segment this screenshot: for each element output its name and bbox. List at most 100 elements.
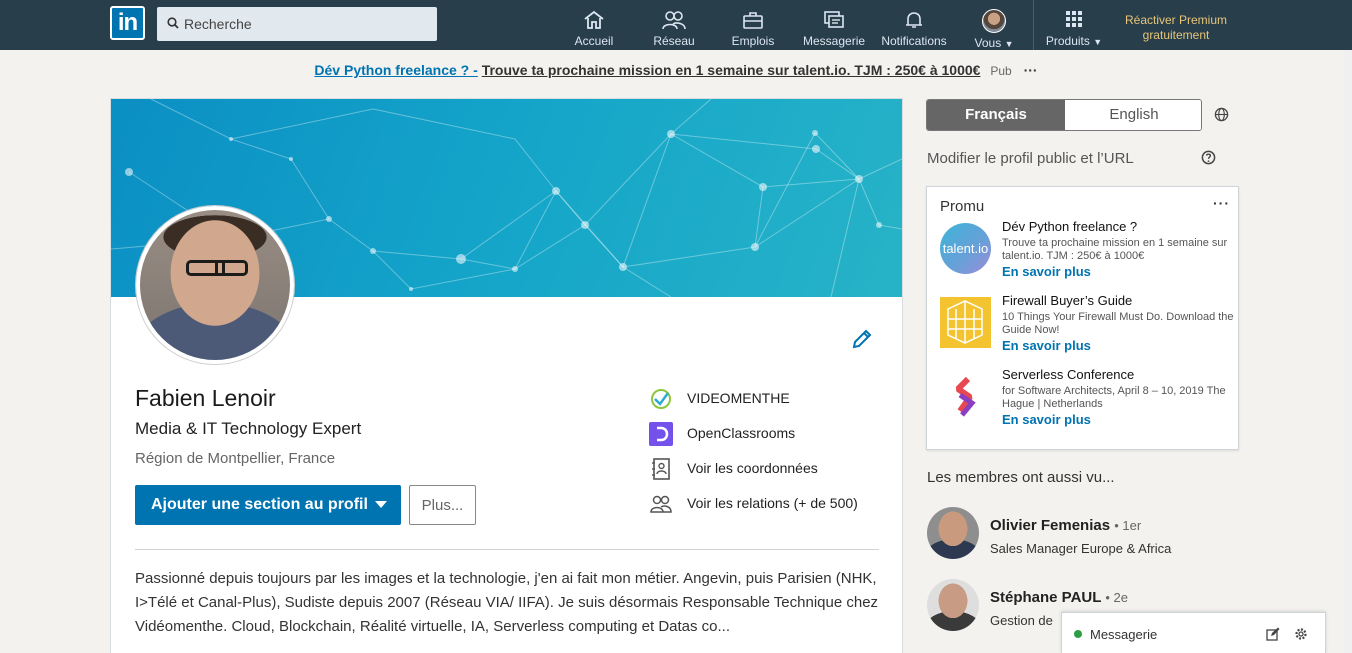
- premium-line2: gratuitement: [1142, 28, 1210, 42]
- search-box[interactable]: [157, 7, 437, 41]
- nav-products-label: Produits ▼: [1045, 34, 1103, 48]
- members-also-viewed-heading: Les membres ont aussi vu...: [927, 469, 1115, 486]
- help-icon[interactable]: [1201, 150, 1216, 165]
- member-job: Sales Manager Europe & Africa: [990, 541, 1172, 556]
- promoted-heading: Promu: [940, 198, 985, 215]
- promo-title: Dév Python freelance ?: [1002, 219, 1138, 234]
- member-avatar: [927, 507, 979, 559]
- videomenthe-logo-icon: [651, 389, 671, 409]
- nav-notifications-label: Notifications: [881, 34, 947, 48]
- messaging-dock-label: Messagerie: [1090, 627, 1158, 642]
- section-divider: [135, 549, 879, 550]
- lang-english-tab[interactable]: English: [1065, 100, 1201, 130]
- contact-card-icon: [652, 458, 670, 480]
- search-icon: [167, 17, 179, 29]
- profile-photo[interactable]: [136, 206, 294, 364]
- member-item[interactable]: Olivier Femenias • 1er Sales Manager Eur…: [927, 507, 1267, 567]
- search-input[interactable]: [184, 7, 429, 41]
- globe-icon[interactable]: [1214, 107, 1229, 122]
- company-label: VIDEOMENTHE: [687, 390, 790, 406]
- promo-item[interactable]: Serverless Conference for Software Archi…: [940, 367, 1232, 437]
- premium-link[interactable]: Réactiver Premium gratuitement: [1112, 13, 1240, 43]
- connections-link[interactable]: Voir les relations (+ de 500): [649, 490, 889, 525]
- member-name: Olivier Femenias • 1er: [990, 517, 1142, 534]
- nav-home[interactable]: Accueil: [574, 8, 614, 50]
- openclassrooms-logo-icon: [649, 422, 673, 446]
- add-section-button[interactable]: Ajouter une section au profil: [135, 485, 401, 525]
- messaging-dock[interactable]: Messagerie: [1061, 612, 1326, 653]
- nav-me-label: Vous ▼: [974, 36, 1014, 50]
- premium-line1: Réactiver Premium: [1124, 13, 1228, 27]
- nav-jobs[interactable]: Emplois: [730, 8, 776, 50]
- language-switcher: Français English: [926, 99, 1202, 131]
- learn-more-link[interactable]: En savoir plus: [1002, 412, 1091, 427]
- bell-icon: [906, 12, 922, 28]
- promo-desc: for Software Architects, April 8 – 10, 2…: [1002, 385, 1226, 410]
- profile-summary[interactable]: Passionné depuis toujours par les images…: [135, 567, 880, 639]
- chevron-down-icon: ▼: [1093, 37, 1103, 47]
- ad-pub-label: Pub: [990, 64, 1012, 78]
- learn-more-link[interactable]: En savoir plus: [1002, 264, 1091, 279]
- firewall-guide-thumb-icon: [940, 297, 991, 348]
- edit-pencil-icon[interactable]: [850, 327, 874, 356]
- nav-divider: [1033, 0, 1034, 50]
- promo-title: Firewall Buyer’s Guide: [1002, 293, 1133, 308]
- online-status-dot: [1074, 630, 1082, 638]
- linkedin-logo[interactable]: in: [110, 6, 145, 40]
- home-icon: [584, 10, 604, 29]
- nav-me[interactable]: Vous ▼: [972, 8, 1016, 50]
- gear-icon[interactable]: [1294, 627, 1308, 641]
- compose-icon[interactable]: [1266, 627, 1280, 641]
- messaging-icon: [824, 11, 844, 28]
- page-scrollbar[interactable]: [1344, 50, 1352, 653]
- promo-item[interactable]: Firewall Buyer’s Guide 10 Things Your Fi…: [940, 293, 1234, 363]
- profile-name: Fabien Lenoir: [135, 385, 276, 411]
- glasses-shape: [186, 260, 248, 276]
- promo-item[interactable]: talent.io Dév Python freelance ? Trouve …: [940, 219, 1232, 289]
- company-link[interactable]: VIDEOMENTHE: [649, 385, 889, 420]
- promo-desc: Trouve ta prochaine mission en 1 semaine…: [1002, 237, 1228, 262]
- member-job: Gestion de: [990, 613, 1053, 628]
- ad-title-link[interactable]: Dév Python freelance ? -: [314, 62, 477, 78]
- nav-products[interactable]: Produits ▼: [1044, 8, 1104, 50]
- edit-public-profile-link[interactable]: Modifier le profil public et l’URL: [927, 150, 1134, 167]
- talent-io-logo: talent.io: [940, 223, 991, 274]
- ad-more-icon[interactable]: ···: [1024, 62, 1038, 78]
- serverless-logo-icon: [940, 371, 991, 422]
- learn-more-link[interactable]: En savoir plus: [1002, 338, 1091, 353]
- nav-home-label: Accueil: [574, 34, 614, 48]
- contact-info-label: Voir les coordonnées: [687, 460, 818, 476]
- profile-side-info: VIDEOMENTHE OpenClassrooms Voir les coor…: [649, 385, 889, 525]
- profile-headline: Media & IT Technology Expert: [135, 419, 362, 438]
- lang-french-tab[interactable]: Français: [927, 100, 1065, 130]
- user-avatar: [982, 9, 1006, 33]
- nav-network[interactable]: Réseau: [652, 8, 696, 50]
- add-section-label: Ajouter une section au profil: [151, 496, 368, 513]
- promo-desc: 10 Things Your Firewall Must Do. Downloa…: [1002, 311, 1234, 336]
- caret-down-icon: [375, 501, 387, 508]
- nav-messaging-label: Messagerie: [803, 34, 866, 48]
- chevron-down-icon: ▼: [1004, 39, 1014, 49]
- member-name: Stéphane PAUL • 2e: [990, 589, 1128, 606]
- promoted-more-icon[interactable]: ···: [1213, 195, 1230, 211]
- nav-network-label: Réseau: [653, 34, 695, 48]
- promoted-card: Promu ··· talent.io Dév Python freelance…: [926, 186, 1239, 450]
- briefcase-icon: [743, 12, 763, 29]
- ad-text-link[interactable]: Trouve ta prochaine mission en 1 semaine…: [482, 62, 981, 78]
- nav-messaging[interactable]: Messagerie: [803, 8, 865, 50]
- contact-info-link[interactable]: Voir les coordonnées: [649, 455, 889, 490]
- more-button[interactable]: Plus...: [409, 485, 476, 525]
- ad-bar: Dév Python freelance ? - Trouve ta proch…: [0, 62, 1352, 78]
- nav-notifications[interactable]: Notifications: [880, 8, 948, 50]
- school-link[interactable]: OpenClassrooms: [649, 420, 889, 455]
- people-icon: [662, 11, 686, 30]
- top-nav: in Accueil Réseau Emplois Messagerie Not…: [0, 0, 1352, 50]
- school-label: OpenClassrooms: [687, 425, 796, 441]
- grid-icon: [1066, 11, 1082, 27]
- profile-card: Fabien Lenoir Media & IT Technology Expe…: [110, 98, 903, 653]
- profile-location: Région de Montpellier, France: [135, 450, 336, 467]
- member-avatar: [927, 579, 979, 631]
- nav-jobs-label: Emplois: [731, 34, 775, 48]
- promo-title: Serverless Conference: [1002, 367, 1135, 382]
- connections-label: Voir les relations (+ de 500): [687, 495, 858, 511]
